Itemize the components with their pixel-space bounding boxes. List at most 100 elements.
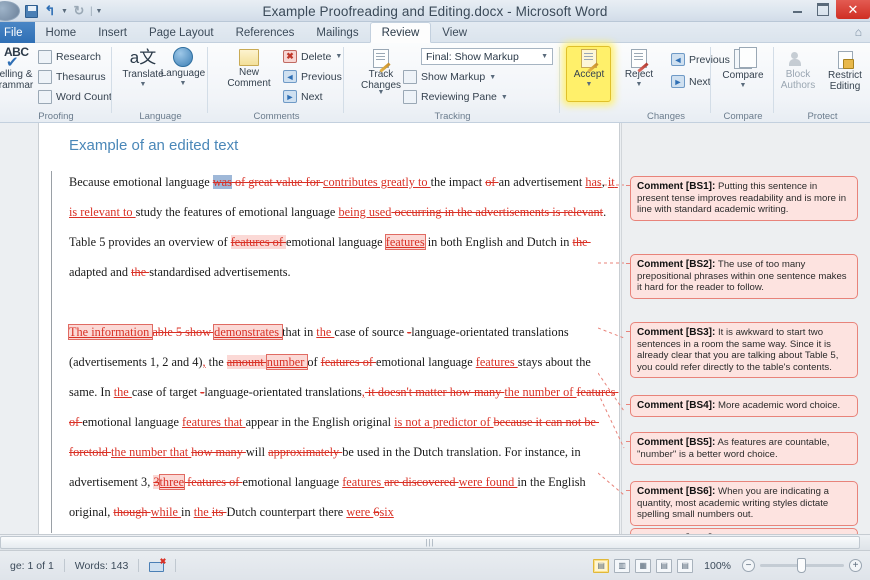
text-run: was	[212, 175, 232, 189]
zoom-in-button[interactable]: +	[849, 559, 862, 572]
reviewing-pane-button[interactable]: Reviewing Pane ▼	[403, 90, 508, 104]
text-run: the	[572, 235, 591, 249]
restrict-editing-button[interactable]: Restrict Editing	[819, 51, 870, 92]
text-run: study the features of emotional language	[135, 205, 339, 219]
ribbon-group-changes: Accept ▼ Reject ▼ ◄ Previous ► Next Chan…	[561, 43, 730, 123]
text-run: amount	[226, 355, 267, 369]
next-arrow-icon: ►	[283, 90, 297, 103]
block-authors-button[interactable]: Block Authors	[772, 51, 824, 91]
next-change-button[interactable]: ► Next	[671, 75, 711, 88]
chevron-down-icon[interactable]: ▼	[541, 53, 548, 60]
thesaurus-button[interactable]: Thesaurus	[38, 70, 106, 84]
help-icon[interactable]: ⌂	[855, 25, 862, 39]
horizontal-scrollbar[interactable]: |||	[0, 534, 870, 550]
text-run: that in	[282, 325, 317, 339]
change-bar-p1	[51, 171, 52, 321]
title-bar: ↰ ▼ ↻ | ▼ Example Proofreading and Editi…	[0, 0, 870, 22]
tab-insert[interactable]: Insert	[87, 22, 138, 43]
word-count-icon	[38, 90, 52, 104]
view-button-print-layout[interactable]: ▤	[593, 558, 610, 573]
view-button-outline[interactable]: ▤	[656, 558, 673, 573]
document-paragraph-1[interactable]: Because emotional language was of great …	[69, 167, 617, 287]
document-paragraph-2[interactable]: The information able 5 show demonstrates…	[67, 317, 617, 527]
show-markup-button[interactable]: Show Markup ▼	[403, 70, 496, 84]
reviewing-pane-dropdown-icon[interactable]: ▼	[501, 94, 508, 101]
delete-dropdown-icon[interactable]: ▼	[335, 53, 342, 60]
ribbon-group-protect: Block Authors Restrict Editing Protect	[775, 43, 870, 123]
comment-balloon-bs6[interactable]: Comment [BS6]: When you are indicating a…	[626, 481, 858, 526]
tab-view[interactable]: View	[431, 22, 478, 43]
text-run: is not a predictor of	[394, 415, 494, 429]
comment-balloon-bs3[interactable]: Comment [BS3]: It is awkward to start tw…	[626, 322, 858, 379]
view-button-web-layout[interactable]: ▦	[635, 558, 652, 573]
block-authors-label-line2: Authors	[780, 79, 816, 91]
word-count-button[interactable]: Word Count	[38, 90, 112, 104]
word-count-indicator[interactable]: Words: 143	[65, 557, 139, 575]
document-heading: Example of an edited text	[69, 137, 239, 154]
track-changes-button[interactable]: Track Changes ▼	[353, 49, 409, 96]
display-for-review-dropdown[interactable]: Final: Show Markup ▼	[421, 48, 553, 65]
research-button[interactable]: Research	[38, 50, 101, 64]
zoom-slider[interactable]	[760, 558, 844, 573]
tab-references[interactable]: References	[225, 22, 306, 43]
proofing-errors-icon[interactable]	[139, 557, 175, 575]
language-button[interactable]: Language ▼	[155, 47, 211, 87]
view-button-full-screen-reading[interactable]: ▥	[614, 558, 631, 573]
comment-balloon-bs1[interactable]: Comment [BS1]: Putting this sentence in …	[626, 176, 858, 221]
show-markup-dropdown-icon[interactable]: ▼	[489, 74, 496, 81]
comment-label-bs2: Comment [BS2]:	[637, 259, 716, 270]
markup-balloon-area: Comment [BS1]: Putting this sentence in …	[598, 123, 870, 538]
text-run: in	[181, 505, 194, 519]
view-button-draft[interactable]: ▤	[677, 558, 694, 573]
new-comment-label-line2: Comment	[227, 77, 271, 89]
comment-balloon-bs5[interactable]: Comment [BS5]: As features are countable…	[626, 432, 858, 466]
reject-button[interactable]: Reject ▼	[611, 49, 667, 88]
translate-dropdown-icon[interactable]: ▼	[140, 81, 147, 88]
tab-page-layout[interactable]: Page Layout	[138, 22, 225, 43]
group-label-compare: Compare	[723, 111, 763, 122]
zoom-level-label[interactable]: 100%	[698, 560, 737, 572]
delete-comment-button[interactable]: ✖ Delete ▼	[283, 50, 342, 63]
maximize-button[interactable]	[810, 0, 836, 19]
reject-dropdown-icon[interactable]: ▼	[636, 81, 643, 88]
text-run: three	[158, 474, 186, 490]
text-run: will	[245, 445, 269, 459]
comment-label-bs1: Comment [BS1]:	[637, 181, 716, 192]
new-comment-button[interactable]: New Comment	[221, 49, 277, 89]
reject-icon	[631, 49, 649, 73]
compare-button[interactable]: Compare ▼	[715, 47, 771, 89]
next-comment-label: Next	[301, 90, 323, 103]
comment-balloon-bs2[interactable]: Comment [BS2]: The use of too many prepo…	[626, 254, 858, 299]
page-indicator[interactable]: ge: 1 of 1	[0, 557, 64, 575]
accept-dropdown-icon[interactable]: ▼	[586, 81, 593, 88]
compare-dropdown-icon[interactable]: ▼	[740, 82, 747, 89]
zoom-out-button[interactable]: −	[742, 559, 755, 572]
zoom-slider-thumb[interactable]	[797, 558, 806, 573]
comment-balloon-bs4[interactable]: Comment [BS4]: More academic word choice…	[626, 395, 858, 417]
window-controls[interactable]: ✕	[784, 0, 870, 22]
next-comment-button[interactable]: ► Next	[283, 90, 323, 103]
close-button[interactable]: ✕	[836, 0, 870, 19]
text-run: features that	[182, 415, 246, 429]
horizontal-scroll-thumb[interactable]: |||	[0, 536, 860, 549]
minimize-button[interactable]	[784, 0, 810, 19]
track-changes-dropdown-icon[interactable]: ▼	[378, 89, 385, 96]
show-markup-label: Show Markup	[421, 71, 486, 83]
document-area[interactable]: Example of an edited text Because emotio…	[0, 123, 870, 538]
text-run: The information	[67, 324, 154, 340]
tab-file[interactable]: File	[0, 22, 35, 43]
text-run: emotional language	[376, 355, 476, 369]
show-markup-icon	[403, 70, 417, 84]
tab-review[interactable]: Review	[369, 22, 432, 43]
tab-home[interactable]: Home	[35, 22, 88, 43]
document-page[interactable]: Example of an edited text Because emotio…	[38, 123, 620, 534]
accept-button[interactable]: Accept ▼	[561, 49, 617, 88]
spelling-check-icon: ABC ✔	[4, 45, 29, 71]
text-run: features of	[320, 355, 377, 369]
text-run: of	[307, 355, 321, 369]
previous-comment-button[interactable]: ◄ Previous	[283, 70, 342, 83]
tab-mailings[interactable]: Mailings	[305, 22, 369, 43]
language-dropdown-icon[interactable]: ▼	[180, 80, 187, 87]
group-label-protect: Protect	[807, 111, 838, 122]
ribbon-tab-strip[interactable]: File Home Insert Page Layout References …	[0, 22, 870, 43]
